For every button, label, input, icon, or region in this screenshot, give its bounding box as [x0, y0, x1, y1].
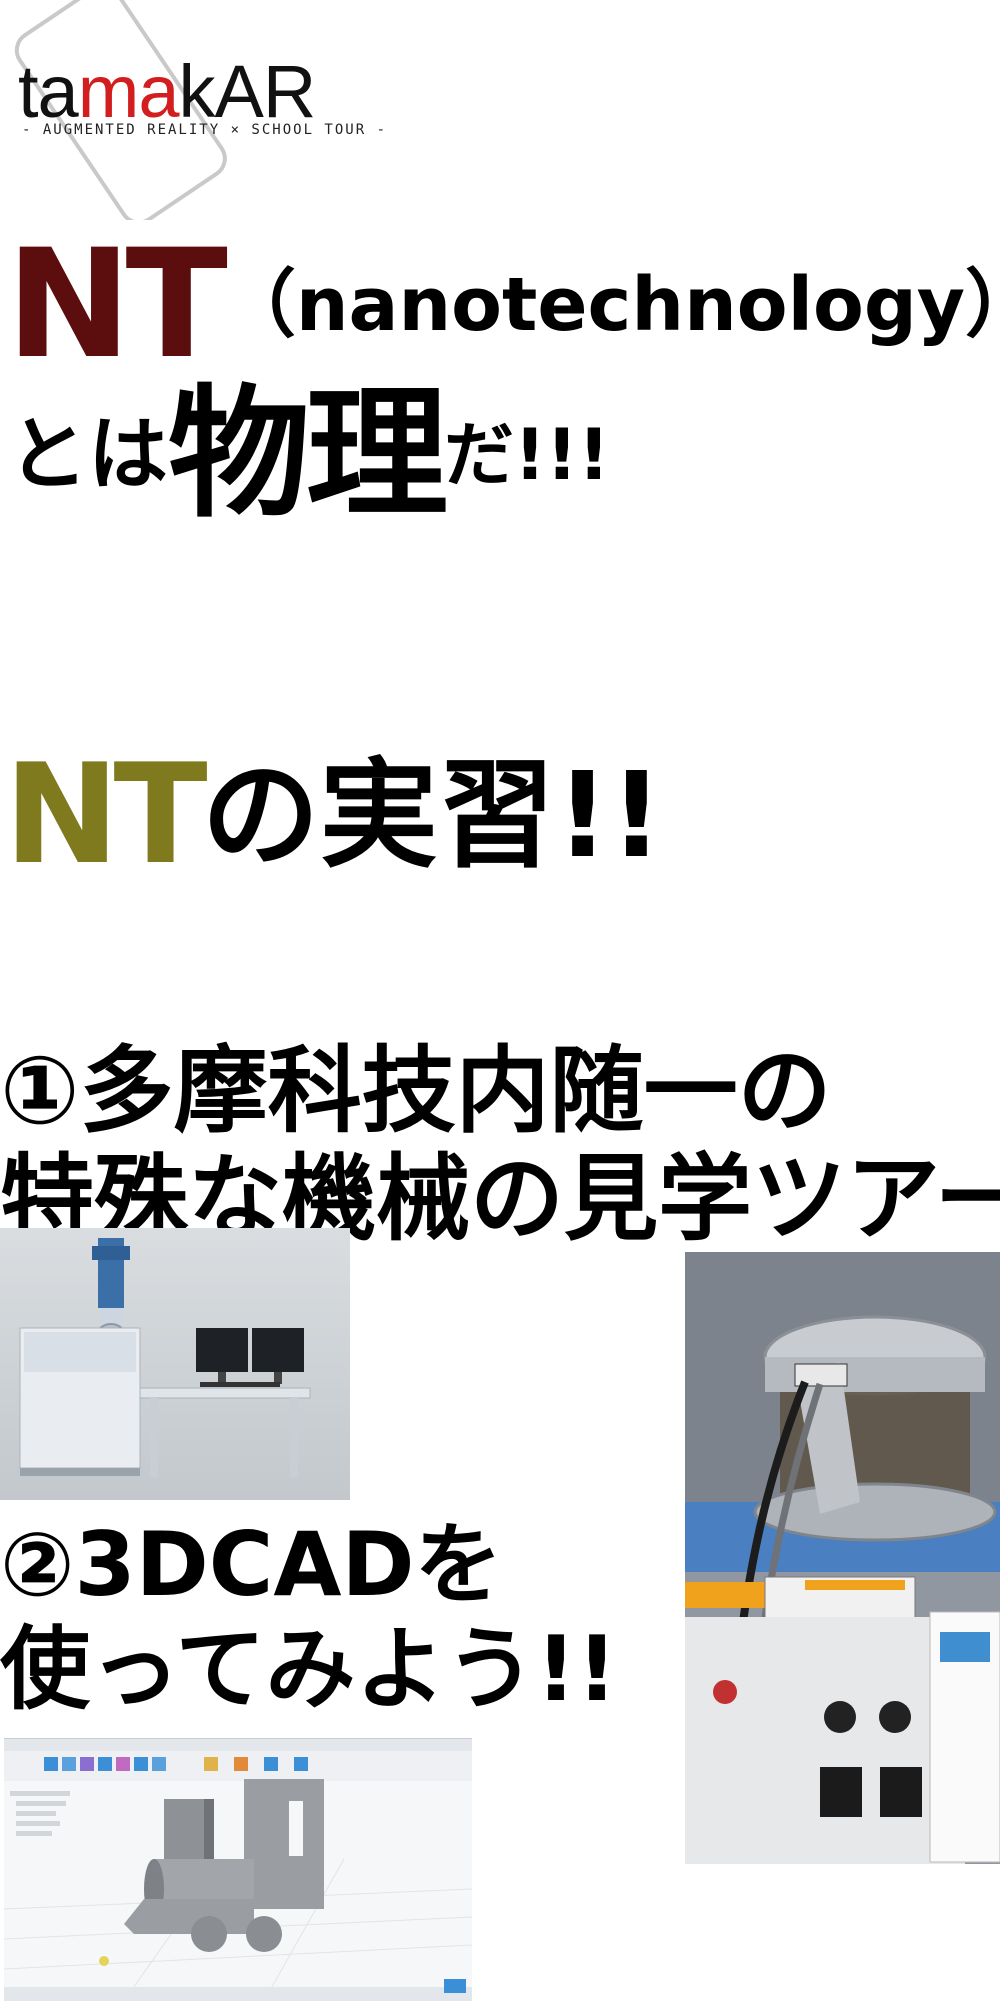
headline-physics: とは物理だ!!!	[8, 380, 610, 530]
headline-nanotechnology: （nanotechnology）	[221, 262, 1000, 348]
headline-da: だ!!!	[444, 414, 610, 496]
headline-butsuri: 物理	[168, 372, 448, 537]
vacuum-chamber-photo	[685, 1252, 1000, 1864]
headline-nanotech: NT（nanotechnology）	[6, 230, 1000, 380]
item2-line1: ②3DCADを	[0, 1513, 503, 1616]
headline-practice: NTの実習!!	[4, 745, 663, 885]
cad-train-model-screenshot	[4, 1738, 472, 2001]
item1-line1: ①多摩科技内随一の	[0, 1037, 832, 1146]
headline2-nt: NT	[4, 734, 208, 895]
headline-nt: NT	[6, 218, 228, 392]
logo-tagline: - AUGMENTED REALITY × SCHOOL TOUR -	[22, 122, 388, 138]
logo: tamakAR - AUGMENTED REALITY × SCHOOL TOU…	[0, 0, 420, 220]
headline2-rest: の実習!!	[201, 746, 664, 884]
electron-microscope-photo	[0, 1228, 350, 1500]
headline-toha: とは	[8, 408, 168, 501]
logo-wordmark: tamakAR	[18, 50, 316, 133]
item2-line2: 使ってみよう!!	[0, 1617, 618, 1722]
